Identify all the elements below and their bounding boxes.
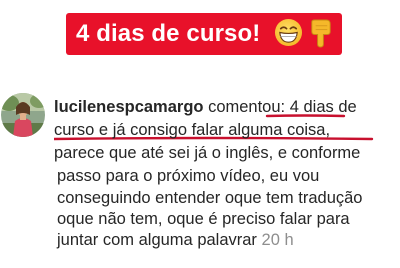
comment-body: lucilenespcamargo comentou: 4 dias de cu… [54,97,400,268]
username-link[interactable]: lucilenespcamargo [54,98,203,116]
banner-title: 4 dias de curso! [76,20,261,47]
comment-line-7: juntar com alguma palavrar 20 h [57,230,294,250]
avatar[interactable] [1,93,45,137]
comment-line-5: conseguindo entender oque tem tradução [57,189,363,207]
screenshot: 4 dias de curso! lucilenespcamargo comen… [0,0,400,268]
comment-line-4: passo para o próximo vídeo, eu vou [57,167,320,185]
backhand-index-pointing-down-icon [311,19,331,48]
comment-line-3: parece que até sei já o inglês, e confor… [54,144,361,162]
comment-timestamp[interactable]: 20 h [262,231,294,249]
comment-text-7: juntar com alguma palavrar [57,231,257,249]
title-banner: 4 dias de curso! [66,13,342,55]
comment-line-2: curso e já consigo falar alguma coisa, [54,121,331,139]
comment-text-1: 4 dias de [289,98,357,116]
avatar-photo [1,93,45,137]
comment-line-1: lucilenespcamargo comentou: 4 dias de [54,97,357,117]
comment-action: comentou: [208,98,286,116]
comment-line-6: oque não tem, oque é preciso falar para [57,210,350,228]
grinning-face-icon [274,18,303,47]
